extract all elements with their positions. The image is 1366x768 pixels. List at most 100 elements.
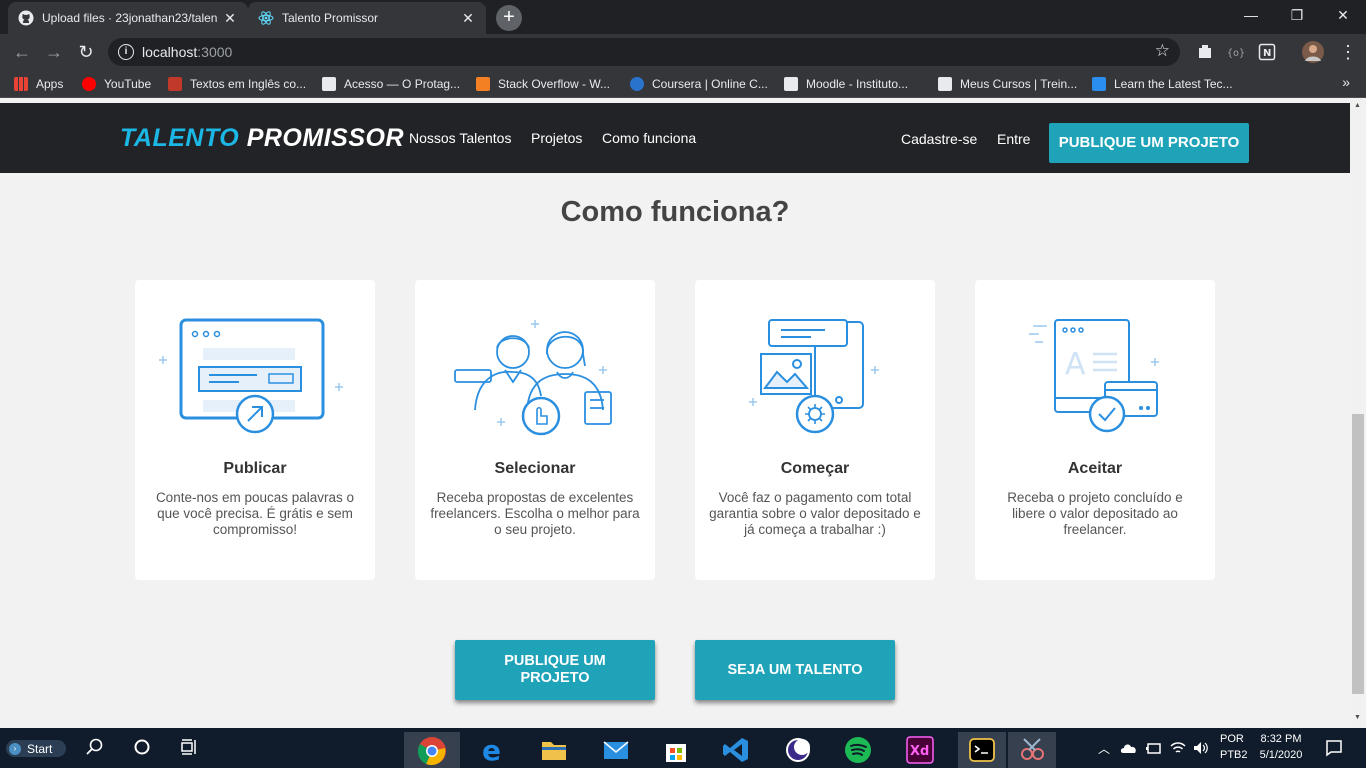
notifications-icon[interactable] [1325,739,1343,757]
site-info-icon[interactable]: i [118,44,134,60]
folder-icon [542,742,566,760]
volume-icon[interactable] [1193,740,1209,756]
minimize-icon[interactable]: — [1228,0,1274,30]
url-text: localhost:3000 [142,44,233,60]
site-logo[interactable]: TALENTO PROMISSOR [120,124,404,153]
bookmark-moodle[interactable]: Moodle - Instituto... [784,75,908,93]
svg-text:N: N [1263,48,1271,59]
bookmark-youtube[interactable]: YouTube [82,75,151,93]
taskbar-adobe-xd[interactable]: Xd [896,732,944,768]
restore-icon[interactable]: ❐ [1274,0,1320,30]
clock[interactable]: 8:32 PM 5/1/2020 [1258,733,1304,761]
bookmark-acesso[interactable]: Acesso — O Protag... [322,75,460,93]
bookmark-coursera[interactable]: Coursera | Online C... [630,75,768,93]
start-chevron-icon: › [9,742,21,755]
become-talent-button[interactable]: SEJA UM TALENTO [695,640,895,700]
notion-icon[interactable]: N [1258,43,1276,61]
tab-title: Talento Promissor [282,11,379,25]
taskbar-vscode[interactable] [712,732,760,768]
step-title: Publicar [223,460,287,477]
bookmark-star-icon[interactable]: ☆ [1155,41,1170,61]
publish-project-button[interactable]: PUBLIQUE UM PROJETO [1049,123,1249,163]
wifi-icon[interactable] [1170,740,1186,756]
signup-link[interactable]: Cadastre-se [901,131,977,147]
extension-icon[interactable] [1196,43,1214,61]
address-bar[interactable]: i localhost:3000 ☆ [108,38,1180,66]
scroll-up-icon[interactable]: ▲ [1354,102,1361,109]
close-tab-icon[interactable]: ✕ [222,10,238,27]
apps-grid-icon [14,77,28,91]
taskbar-chrome[interactable] [404,732,460,768]
login-link[interactable]: Entre [997,131,1030,147]
vscode-icon [723,738,748,762]
start-button[interactable]: › Start [6,740,66,757]
forward-icon[interactable]: → [42,40,66,64]
tray-overflow-icon[interactable]: ︿ [1098,740,1110,757]
step-description: Receba o projeto concluído e libere o va… [1007,490,1183,537]
cortana-icon[interactable] [133,738,151,756]
section-title: Como funciona? [560,196,790,228]
stackoverflow-icon [476,77,490,91]
youtube-icon [82,77,96,91]
nav-nossos-talentos[interactable]: Nossos Talentos [409,130,511,146]
bookmark-favicon-icon [168,77,182,91]
taskbar-snipping-tool[interactable] [1008,732,1056,768]
task-view-icon[interactable] [180,738,198,756]
taskbar-mail[interactable] [592,732,640,768]
browser-tab-talento[interactable]: Talento Promissor ✕ [248,2,486,34]
chrome-icon [417,737,446,766]
taskbar-app-moon[interactable] [774,732,822,768]
close-tab-icon[interactable]: ✕ [460,10,476,27]
moodle-icon [784,77,798,91]
taskbar-spotify[interactable] [834,732,882,768]
onedrive-icon[interactable] [1120,741,1138,755]
nav-projetos[interactable]: Projetos [531,130,582,146]
scroll-down-icon[interactable]: ▼ [1354,714,1361,721]
publish-illustration-icon [159,318,343,434]
page-scrollbar[interactable]: ▲ ▼ [1350,98,1366,728]
menu-icon[interactable]: ⋮ [1336,40,1360,64]
windows-taskbar: › Start e Xd ︿ POR PTB2 8:32 PM 5/1/2020 [0,728,1366,768]
github-icon [18,10,34,26]
step-card-selecionar: Selecionar Receba propostas de excelente… [415,280,655,580]
search-icon[interactable] [86,738,104,756]
bookmark-textos[interactable]: Textos em Inglês co... [168,75,306,93]
taskbar-edge[interactable]: e [470,732,518,768]
page-viewport: TALENTO PROMISSOR Nossos Talentos Projet… [0,98,1350,728]
bookmark-stackoverflow[interactable]: Stack Overflow - W... [476,75,610,93]
keyboard-language[interactable]: POR PTB2 [1220,733,1248,761]
taskbar-terminal[interactable] [958,732,1006,768]
step-card-publicar: Publicar Conte-nos em poucas palavras o … [135,280,375,580]
back-icon[interactable]: ← [10,40,34,64]
step-card-comecar: Começar Você faz o pagamento com total g… [695,280,935,580]
nav-como-funciona[interactable]: Como funciona [602,130,696,146]
extension-braces-icon[interactable]: {o} [1226,43,1244,61]
svg-text:A: A [1065,347,1086,382]
close-window-icon[interactable]: ✕ [1320,0,1366,30]
taskbar-store[interactable] [652,732,700,768]
avatar[interactable] [1302,41,1324,63]
svg-text:e: e [482,736,501,764]
browser-tab-upload[interactable]: Upload files · 23jonathan23/talen ✕ [8,2,248,34]
select-freelancers-illustration-icon [454,320,612,436]
bookmark-cursos[interactable]: Meus Cursos | Trein... [938,75,1077,93]
bookmarks-overflow-icon[interactable]: » [1342,74,1350,90]
terminal-icon [969,738,995,762]
mail-icon [603,741,629,759]
bookmark-apps[interactable]: Apps [14,75,63,93]
adobe-xd-icon: Xd [906,736,934,764]
reload-icon[interactable]: ↻ [74,40,98,64]
accept-delivery-illustration-icon: A [1029,319,1159,433]
step-description: Conte-nos em poucas palavras o que você … [155,490,355,537]
scrollbar-thumb[interactable] [1352,414,1364,694]
bookmark-learn[interactable]: Learn the Latest Tec... [1092,75,1233,93]
udemy-icon [1092,77,1106,91]
new-tab-button[interactable]: + [496,5,522,31]
tab-title: Upload files · 23jonathan23/talen [42,11,218,25]
step-description: Receba propostas de excelentes freelance… [430,490,640,537]
bottom-publish-project-button[interactable]: PUBLIQUE UM PROJETO [455,640,655,700]
browser-toolbar: ← → ↻ i localhost:3000 ☆ {o} N ⋮ [0,34,1366,70]
start-work-illustration-icon [749,319,879,434]
battery-icon[interactable] [1145,740,1163,756]
taskbar-explorer[interactable] [530,732,578,768]
